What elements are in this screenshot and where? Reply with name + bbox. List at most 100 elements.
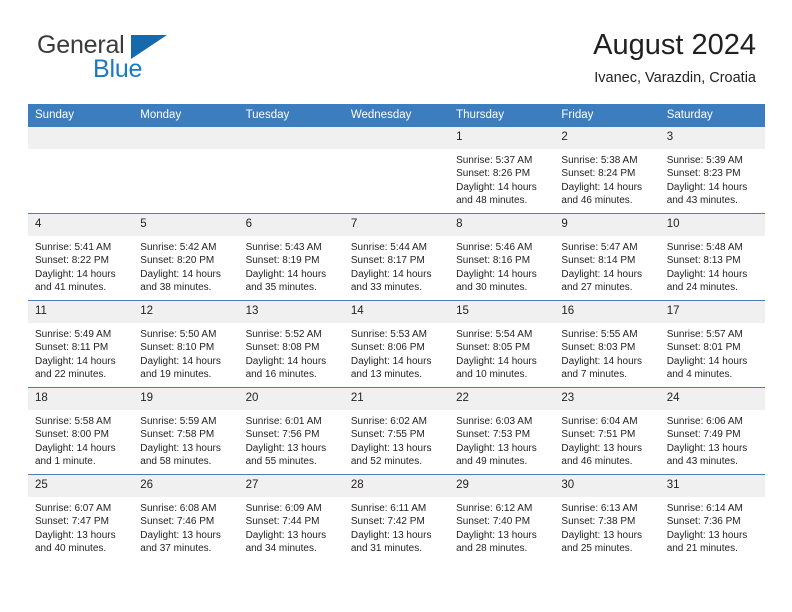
day-number: 21 bbox=[343, 388, 450, 410]
calendar-cell: 18 Sunrise: 5:58 AM Sunset: 8:00 PM Dayligh… bbox=[28, 387, 134, 475]
day-cell[interactable]: 24 Sunrise: 6:06 AM Sunset: 7:49 PM Dayligh… bbox=[659, 388, 765, 474]
sunset-text: Sunset: 7:55 PM bbox=[350, 429, 425, 441]
daylight-text-line2: and 16 minutes. bbox=[245, 369, 317, 381]
day-cell[interactable]: 12 Sunrise: 5:50 AM Sunset: 8:10 PM Dayligh… bbox=[133, 301, 239, 387]
sunset-text: Sunset: 7:58 PM bbox=[140, 429, 215, 441]
day-cell[interactable]: 2 Sunrise: 5:38 AM Sunset: 8:24 PM Daylight… bbox=[554, 127, 660, 213]
day-number: 27 bbox=[238, 475, 344, 497]
day-cell[interactable]: 11 Sunrise: 5:49 AM Sunset: 8:11 PM Dayligh… bbox=[28, 301, 134, 387]
daylight-text-line2: and 35 minutes. bbox=[245, 282, 317, 294]
daylight-text-line2: and 37 minutes. bbox=[140, 543, 212, 555]
daylight-text-line2: and 10 minutes. bbox=[456, 369, 528, 381]
sunrise-text: Sunrise: 5:54 AM bbox=[456, 329, 533, 340]
sunrise-text: Sunrise: 5:41 AM bbox=[35, 242, 112, 253]
calendar-cell: 30 Sunrise: 6:13 AM Sunset: 7:38 PM Dayligh… bbox=[554, 474, 660, 561]
day-number: 3 bbox=[659, 127, 765, 149]
day-number: 5 bbox=[133, 214, 239, 236]
day-details: Sunrise: 5:57 AM Sunset: 8:01 PM Daylight:… bbox=[660, 323, 765, 382]
day-cell[interactable]: 6 Sunrise: 5:43 AM Sunset: 8:19 PM Daylight… bbox=[238, 214, 344, 300]
daylight-text-line2: and 30 minutes. bbox=[456, 282, 528, 294]
calendar-header-row: Sunday Monday Tuesday Wednesday Thursday… bbox=[28, 104, 765, 127]
day-cell[interactable]: 30 Sunrise: 6:13 AM Sunset: 7:38 PM Dayligh… bbox=[554, 475, 660, 561]
day-details: Sunrise: 5:37 AM Sunset: 8:26 PM Daylight:… bbox=[449, 149, 554, 208]
day-cell[interactable]: 28 Sunrise: 6:11 AM Sunset: 7:42 PM Dayligh… bbox=[343, 475, 450, 561]
day-details: Sunrise: 5:58 AM Sunset: 8:00 PM Daylight:… bbox=[28, 410, 133, 469]
day-cell[interactable]: 4 Sunrise: 5:41 AM Sunset: 8:22 PM Daylight… bbox=[28, 214, 134, 300]
day-number: 15 bbox=[449, 301, 555, 323]
day-cell[interactable]: 1 Sunrise: 5:37 AM Sunset: 8:26 PM Daylight… bbox=[449, 127, 555, 213]
weekday-header-sunday: Sunday bbox=[28, 104, 134, 127]
sunrise-text: Sunrise: 6:03 AM bbox=[456, 416, 533, 427]
day-details: Sunrise: 5:52 AM Sunset: 8:08 PM Daylight:… bbox=[239, 323, 344, 382]
sunrise-text: Sunrise: 5:37 AM bbox=[456, 155, 533, 166]
day-cell[interactable]: 17 Sunrise: 5:57 AM Sunset: 8:01 PM Dayligh… bbox=[659, 301, 765, 387]
day-details: Sunrise: 5:38 AM Sunset: 8:24 PM Daylight:… bbox=[554, 149, 659, 208]
day-cell[interactable]: 3 Sunrise: 5:39 AM Sunset: 8:23 PM Daylight… bbox=[659, 127, 765, 213]
sunrise-text: Sunrise: 5:46 AM bbox=[456, 242, 533, 253]
sunrise-text: Sunrise: 5:50 AM bbox=[140, 329, 217, 340]
day-cell[interactable]: 26 Sunrise: 6:08 AM Sunset: 7:46 PM Dayligh… bbox=[133, 475, 239, 561]
daylight-text-line1: Daylight: 14 hours bbox=[456, 268, 537, 280]
day-details: Sunrise: 6:04 AM Sunset: 7:51 PM Daylight:… bbox=[554, 410, 659, 469]
day-cell[interactable]: 7 Sunrise: 5:44 AM Sunset: 8:17 PM Daylight… bbox=[343, 214, 450, 300]
day-details: Sunrise: 6:07 AM Sunset: 7:47 PM Daylight:… bbox=[28, 497, 133, 556]
day-cell[interactable]: 5 Sunrise: 5:42 AM Sunset: 8:20 PM Daylight… bbox=[133, 214, 239, 300]
day-number: 7 bbox=[343, 214, 450, 236]
day-cell[interactable]: 13 Sunrise: 5:52 AM Sunset: 8:08 PM Dayligh… bbox=[238, 301, 344, 387]
daylight-text-line2: and 19 minutes. bbox=[140, 369, 212, 381]
day-cell[interactable]: 22 Sunrise: 6:03 AM Sunset: 7:53 PM Dayligh… bbox=[449, 388, 555, 474]
weekday-header-thursday: Thursday bbox=[449, 104, 555, 127]
sunset-text: Sunset: 8:14 PM bbox=[561, 255, 636, 267]
day-number: 25 bbox=[28, 475, 134, 497]
sunrise-text: Sunrise: 5:53 AM bbox=[350, 329, 427, 340]
day-cell[interactable]: 27 Sunrise: 6:09 AM Sunset: 7:44 PM Dayligh… bbox=[238, 475, 344, 561]
day-details: Sunrise: 5:43 AM Sunset: 8:19 PM Daylight:… bbox=[239, 236, 344, 295]
calendar-cell: 13 Sunrise: 5:52 AM Sunset: 8:08 PM Dayligh… bbox=[238, 300, 344, 388]
day-cell[interactable]: 18 Sunrise: 5:58 AM Sunset: 8:00 PM Dayligh… bbox=[28, 388, 134, 474]
day-cell[interactable]: 15 Sunrise: 5:54 AM Sunset: 8:05 PM Dayligh… bbox=[449, 301, 555, 387]
sunset-text: Sunset: 8:16 PM bbox=[456, 255, 531, 267]
daylight-text-line2: and 40 minutes. bbox=[35, 543, 107, 555]
sunrise-text: Sunrise: 6:04 AM bbox=[561, 416, 638, 427]
sunrise-text: Sunrise: 5:55 AM bbox=[561, 329, 638, 340]
day-details: Sunrise: 5:50 AM Sunset: 8:10 PM Daylight:… bbox=[133, 323, 238, 382]
calendar-cell: 20 Sunrise: 6:01 AM Sunset: 7:56 PM Dayligh… bbox=[238, 387, 344, 475]
daylight-text-line1: Daylight: 14 hours bbox=[350, 355, 432, 367]
daylight-text-line2: and 41 minutes. bbox=[35, 282, 107, 294]
day-number: 30 bbox=[554, 475, 660, 497]
day-cell-empty bbox=[28, 127, 134, 213]
daylight-text-line1: Daylight: 14 hours bbox=[35, 355, 116, 367]
sunset-text: Sunset: 8:01 PM bbox=[666, 342, 741, 354]
day-details: Sunrise: 6:11 AM Sunset: 7:42 PM Daylight:… bbox=[344, 497, 449, 556]
day-cell[interactable]: 10 Sunrise: 5:48 AM Sunset: 8:13 PM Dayligh… bbox=[659, 214, 765, 300]
day-details: Sunrise: 5:54 AM Sunset: 8:05 PM Daylight:… bbox=[449, 323, 554, 382]
daylight-text-line2: and 46 minutes. bbox=[561, 456, 633, 468]
calendar-cell: 16 Sunrise: 5:55 AM Sunset: 8:03 PM Dayligh… bbox=[554, 300, 660, 388]
calendar-week-row: 1 Sunrise: 5:37 AM Sunset: 8:26 PM Daylight… bbox=[28, 127, 765, 214]
day-cell[interactable]: 16 Sunrise: 5:55 AM Sunset: 8:03 PM Dayligh… bbox=[554, 301, 660, 387]
calendar-cell: 21 Sunrise: 6:02 AM Sunset: 7:55 PM Dayligh… bbox=[343, 387, 450, 475]
day-cell[interactable]: 19 Sunrise: 5:59 AM Sunset: 7:58 PM Dayligh… bbox=[133, 388, 239, 474]
sunset-text: Sunset: 7:49 PM bbox=[666, 429, 741, 441]
daylight-text-line2: and 27 minutes. bbox=[561, 282, 633, 294]
day-cell[interactable]: 9 Sunrise: 5:47 AM Sunset: 8:14 PM Daylight… bbox=[554, 214, 660, 300]
day-cell[interactable]: 14 Sunrise: 5:53 AM Sunset: 8:06 PM Dayligh… bbox=[343, 301, 450, 387]
sunrise-text: Sunrise: 5:48 AM bbox=[666, 242, 743, 253]
day-cell[interactable]: 31 Sunrise: 6:14 AM Sunset: 7:36 PM Dayligh… bbox=[659, 475, 765, 561]
day-cell[interactable]: 23 Sunrise: 6:04 AM Sunset: 7:51 PM Dayligh… bbox=[554, 388, 660, 474]
daylight-text-line2: and 25 minutes. bbox=[561, 543, 633, 555]
day-cell[interactable]: 25 Sunrise: 6:07 AM Sunset: 7:47 PM Dayligh… bbox=[28, 475, 134, 561]
day-details: Sunrise: 6:12 AM Sunset: 7:40 PM Daylight:… bbox=[449, 497, 554, 556]
daylight-text-line1: Daylight: 14 hours bbox=[456, 355, 537, 367]
calendar-cell: 29 Sunrise: 6:12 AM Sunset: 7:40 PM Dayligh… bbox=[449, 474, 555, 561]
day-number: 24 bbox=[659, 388, 765, 410]
daylight-text-line1: Daylight: 13 hours bbox=[35, 529, 116, 541]
day-cell[interactable]: 8 Sunrise: 5:46 AM Sunset: 8:16 PM Daylight… bbox=[449, 214, 555, 300]
daylight-text-line1: Daylight: 14 hours bbox=[350, 268, 432, 280]
day-cell[interactable]: 29 Sunrise: 6:12 AM Sunset: 7:40 PM Dayligh… bbox=[449, 475, 555, 561]
day-cell[interactable]: 21 Sunrise: 6:02 AM Sunset: 7:55 PM Dayligh… bbox=[343, 388, 450, 474]
general-blue-logo[interactable]: General Blue bbox=[37, 32, 217, 90]
day-details: Sunrise: 5:46 AM Sunset: 8:16 PM Daylight:… bbox=[449, 236, 554, 295]
day-cell[interactable]: 20 Sunrise: 6:01 AM Sunset: 7:56 PM Dayligh… bbox=[238, 388, 344, 474]
sunrise-text: Sunrise: 6:12 AM bbox=[456, 503, 533, 514]
